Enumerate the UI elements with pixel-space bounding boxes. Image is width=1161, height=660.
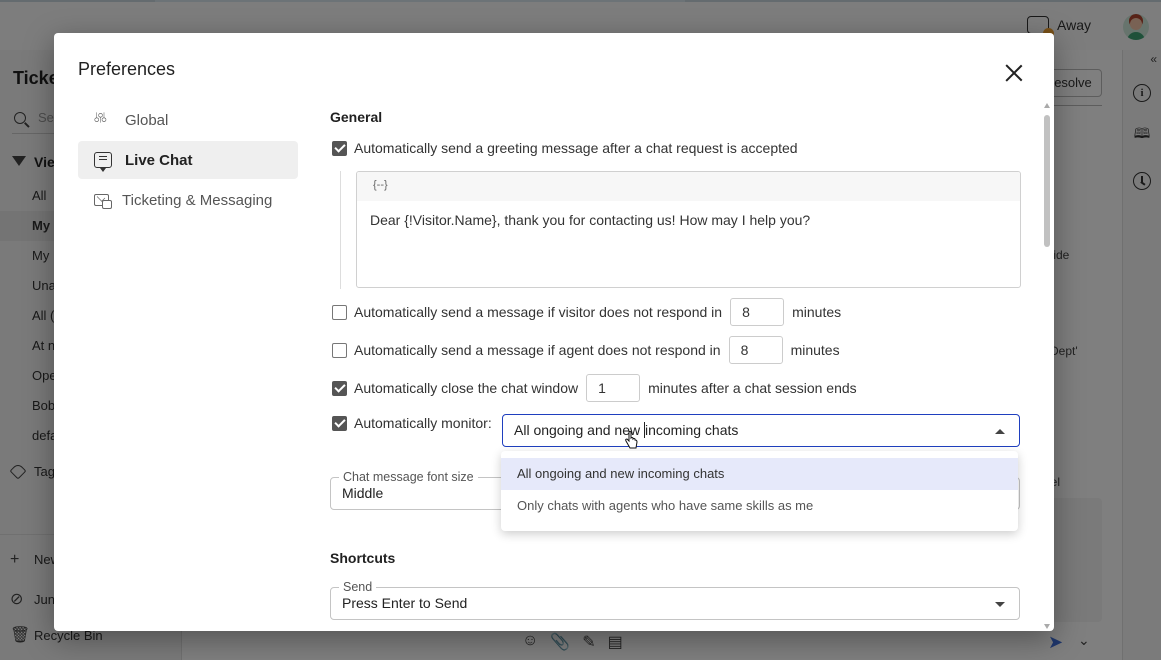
minutes-label: minutes — [792, 304, 842, 320]
preferences-nav: Global Live Chat Ticketing & Messaging — [78, 101, 298, 221]
section-title-general: General — [330, 109, 383, 125]
visitor-no-response-label: Automatically send a message if visitor … — [354, 304, 723, 320]
visitor-no-response-option: Automatically send a message if visitor … — [332, 298, 841, 326]
scroll-thumb[interactable] — [1044, 115, 1050, 247]
agent-no-response-checkbox[interactable] — [332, 342, 347, 358]
dialog-title: Preferences — [78, 59, 176, 79]
visitor-no-response-checkbox[interactable] — [332, 304, 347, 320]
font-size-label: Chat message font size — [339, 470, 478, 484]
greeting-editor[interactable]: {--} Dear {!Visitor.Name}, thank you for… — [356, 171, 1021, 288]
caret-down-icon — [995, 602, 1005, 607]
section-title-shortcuts: Shortcuts — [330, 550, 396, 566]
auto-close-option: Automatically close the chat window minu… — [332, 374, 857, 402]
greeting-message[interactable]: Dear {!Visitor.Name}, thank you for cont… — [357, 201, 1020, 228]
auto-close-minutes-input[interactable] — [586, 374, 641, 402]
dropdown-option[interactable]: Only chats with agents who have same ski… — [501, 490, 1018, 522]
nav-item-label: Ticketing & Messaging — [122, 191, 273, 209]
font-size-value: Middle — [342, 485, 384, 501]
selected-value-rest: incoming chats — [645, 422, 739, 438]
agent-no-response-option: Automatically send a message if agent do… — [332, 336, 840, 364]
nav-item-live-chat[interactable]: Live Chat — [78, 141, 298, 179]
greeting-label: Automatically send a greeting message af… — [354, 140, 798, 156]
send-shortcut-value: Press Enter to Send — [342, 595, 468, 611]
pointer-cursor-icon — [625, 431, 638, 449]
greeting-checkbox[interactable] — [332, 140, 347, 156]
send-shortcut-select[interactable]: Send Press Enter to Send — [330, 580, 1020, 620]
nav-item-ticketing-messaging[interactable]: Ticketing & Messaging — [78, 181, 298, 219]
caret-up-icon — [995, 429, 1005, 434]
auto-close-label: Automatically close the chat window — [354, 380, 579, 396]
scroll-up-icon[interactable] — [1044, 103, 1050, 108]
minutes-label: minutes — [790, 342, 840, 358]
chat-icon — [94, 152, 112, 172]
greeting-option: Automatically send a greeting message af… — [332, 140, 798, 156]
preferences-content: General Automatically send a greeting me… — [330, 101, 1030, 631]
scroll-down-icon[interactable] — [1044, 624, 1050, 629]
editor-toolbar: {--} — [357, 172, 1020, 201]
mail-chat-icon — [94, 194, 112, 209]
send-shortcut-label: Send — [339, 580, 377, 594]
auto-monitor-dropdown: All ongoing and new incoming chats Only … — [501, 451, 1018, 531]
sliders-icon — [94, 110, 112, 128]
nav-item-label: Live Chat — [125, 151, 193, 169]
agent-minutes-input[interactable] — [728, 336, 783, 364]
auto-close-checkbox[interactable] — [332, 380, 347, 396]
close-icon[interactable] — [1002, 61, 1026, 85]
nav-item-global[interactable]: Global — [78, 101, 298, 139]
insert-variable-icon[interactable]: {--} — [373, 179, 388, 191]
nav-item-label: Global — [125, 111, 169, 129]
greeting-editor-wrap: {--} Dear {!Visitor.Name}, thank you for… — [340, 171, 1021, 289]
auto-close-suffix: minutes after a chat session ends — [648, 380, 857, 396]
auto-monitor-label: Automatically monitor: — [354, 415, 492, 431]
agent-no-response-label: Automatically send a message if agent do… — [354, 342, 721, 358]
visitor-minutes-input[interactable] — [730, 298, 785, 326]
scrollbar[interactable] — [1042, 103, 1052, 631]
auto-monitor-select[interactable]: All ongoing and new incoming chats — [502, 414, 1020, 447]
auto-monitor-option: Automatically monitor: — [332, 415, 492, 431]
preferences-dialog: Preferences Global Live Chat Ticketing &… — [54, 33, 1054, 631]
auto-monitor-checkbox[interactable] — [332, 415, 347, 431]
dropdown-option[interactable]: All ongoing and new incoming chats — [501, 458, 1018, 490]
